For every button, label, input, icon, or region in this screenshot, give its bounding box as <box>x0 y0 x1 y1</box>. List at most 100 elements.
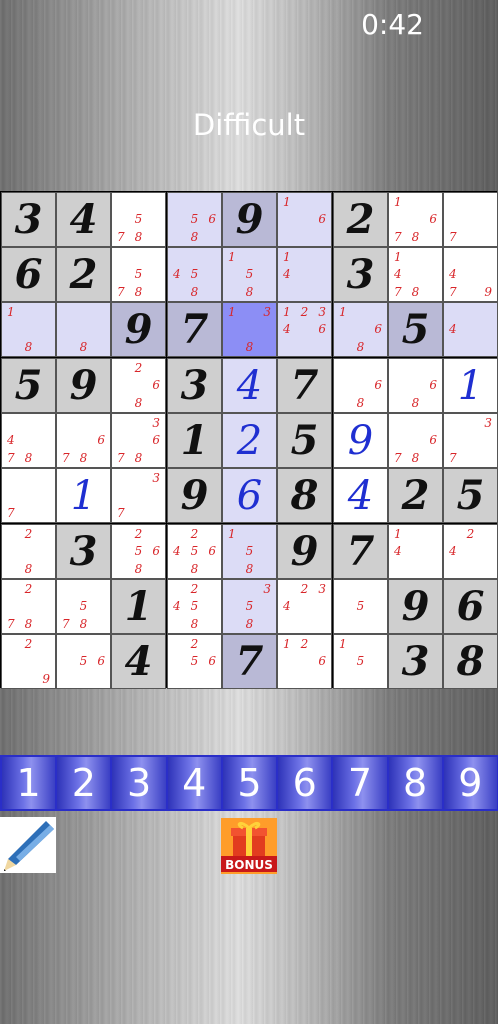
cell-r5-c4[interactable]: 1 <box>167 413 222 468</box>
note-digit <box>241 525 259 543</box>
cell-r2-c4[interactable]: 45 8 <box>167 247 222 302</box>
number-button-1[interactable]: 1 <box>0 755 58 811</box>
cell-r2-c1[interactable]: 6 <box>1 247 56 302</box>
cell-r7-c4[interactable]: 24568 <box>167 524 222 579</box>
cell-r8-c6[interactable]: 23 4 <box>277 579 332 634</box>
cell-r2-c8[interactable]: 1 4 78 <box>388 247 443 302</box>
cell-r1-c5[interactable]: 9 <box>222 192 277 247</box>
given-digit: 3 <box>14 196 43 243</box>
number-button-3[interactable]: 3 <box>110 755 168 811</box>
cell-r8-c9[interactable]: 6 <box>443 579 498 634</box>
cell-r3-c5[interactable]: 1 3 8 <box>222 302 277 357</box>
cell-r3-c9[interactable]: 4 <box>443 302 498 357</box>
given-digit: 1 <box>124 583 153 630</box>
cell-r3-c8[interactable]: 5 <box>388 302 443 357</box>
cell-r7-c5[interactable]: 15 8 <box>222 524 277 579</box>
cell-r9-c3[interactable]: 4 <box>111 634 166 689</box>
note-digit: 4 <box>173 599 181 614</box>
cell-r1-c3[interactable]: 578 <box>111 192 166 247</box>
cell-r4-c5[interactable]: 4 <box>222 358 277 413</box>
pen-icon[interactable] <box>0 817 56 873</box>
bonus-button[interactable]: BONUS <box>221 818 277 874</box>
cell-r3-c4[interactable]: 7 <box>167 302 222 357</box>
given-digit: 7 <box>290 362 319 409</box>
cell-r1-c6[interactable]: 16 <box>277 192 332 247</box>
cell-r9-c4[interactable]: 2 56 <box>167 634 222 689</box>
cell-r1-c1[interactable]: 3 <box>1 192 56 247</box>
cell-r9-c7[interactable]: 15 <box>333 634 388 689</box>
cell-r9-c9[interactable]: 8 <box>443 634 498 689</box>
cell-r5-c5[interactable]: 2 <box>222 413 277 468</box>
cell-r6-c6[interactable]: 8 <box>277 468 332 523</box>
cell-r4-c3[interactable]: 268 <box>111 358 166 413</box>
cell-r2-c2[interactable]: 2 <box>56 247 111 302</box>
cell-r5-c8[interactable]: 6 78 <box>388 413 443 468</box>
cell-r7-c9[interactable]: 24 <box>443 524 498 579</box>
cell-r9-c6[interactable]: 126 <box>277 634 332 689</box>
cell-r4-c4[interactable]: 3 <box>167 358 222 413</box>
cell-r6-c9[interactable]: 5 <box>443 468 498 523</box>
cell-r1-c7[interactable]: 2 <box>333 192 388 247</box>
cell-r6-c4[interactable]: 9 <box>167 468 222 523</box>
number-button-5[interactable]: 5 <box>220 755 279 811</box>
cell-r3-c6[interactable]: 123 4 6 <box>277 302 332 357</box>
cell-r8-c4[interactable]: 245 8 <box>167 579 222 634</box>
given-digit: 8 <box>456 638 485 685</box>
cell-r8-c2[interactable]: 578 <box>56 579 111 634</box>
number-button-9[interactable]: 9 <box>441 755 498 811</box>
cell-r8-c1[interactable]: 2 78 <box>1 579 56 634</box>
cell-r8-c7[interactable]: 5 <box>333 579 388 634</box>
cell-r6-c7[interactable]: 4 <box>333 468 388 523</box>
cell-r7-c3[interactable]: 2 568 <box>111 524 166 579</box>
cell-r1-c4[interactable]: 568 <box>167 192 222 247</box>
cell-r5-c6[interactable]: 5 <box>277 413 332 468</box>
number-button-7[interactable]: 7 <box>331 755 389 811</box>
cell-r7-c7[interactable]: 7 <box>333 524 388 579</box>
cell-r4-c8[interactable]: 68 <box>388 358 443 413</box>
number-button-2[interactable]: 2 <box>55 755 113 811</box>
cell-r5-c2[interactable]: 6 78 <box>56 413 111 468</box>
cell-r3-c7[interactable]: 1 68 <box>333 302 388 357</box>
cell-r4-c6[interactable]: 7 <box>277 358 332 413</box>
cell-r2-c3[interactable]: 578 <box>111 247 166 302</box>
cell-r6-c8[interactable]: 2 <box>388 468 443 523</box>
cell-r5-c3[interactable]: 3 6 78 <box>111 413 166 468</box>
cell-r5-c7[interactable]: 9 <box>333 413 388 468</box>
cell-r8-c5[interactable]: 35 8 <box>222 579 277 634</box>
cell-r2-c5[interactable]: 15 8 <box>222 247 277 302</box>
cell-r4-c2[interactable]: 9 <box>56 358 111 413</box>
cell-r8-c3[interactable]: 1 <box>111 579 166 634</box>
cell-r3-c2[interactable]: 8 <box>56 302 111 357</box>
cell-r9-c5[interactable]: 7 <box>222 634 277 689</box>
number-button-6[interactable]: 6 <box>276 755 334 811</box>
cell-r7-c6[interactable]: 9 <box>277 524 332 579</box>
cell-r1-c9[interactable]: 7 <box>443 192 498 247</box>
cell-r7-c8[interactable]: 14 <box>388 524 443 579</box>
cell-r4-c1[interactable]: 5 <box>1 358 56 413</box>
cell-r4-c7[interactable]: 68 <box>333 358 388 413</box>
cell-r2-c6[interactable]: 14 <box>277 247 332 302</box>
cell-r1-c2[interactable]: 4 <box>56 192 111 247</box>
cell-r9-c8[interactable]: 3 <box>388 634 443 689</box>
cell-r8-c8[interactable]: 9 <box>388 579 443 634</box>
cell-r9-c2[interactable]: 56 <box>56 634 111 689</box>
cell-r5-c9[interactable]: 37 <box>443 413 498 468</box>
cell-r9-c1[interactable]: 29 <box>1 634 56 689</box>
cell-r6-c3[interactable]: 37 <box>111 468 166 523</box>
cell-r4-c9[interactable]: 1 <box>443 358 498 413</box>
cell-r3-c1[interactable]: 18 <box>1 302 56 357</box>
cell-r3-c3[interactable]: 9 <box>111 302 166 357</box>
cell-r1-c8[interactable]: 1678 <box>388 192 443 247</box>
cell-r2-c9[interactable]: 4 7 9 <box>443 247 498 302</box>
cell-r2-c7[interactable]: 3 <box>333 247 388 302</box>
number-button-4[interactable]: 4 <box>165 755 223 811</box>
note-digit <box>2 670 20 688</box>
cell-r5-c1[interactable]: 4 78 <box>1 413 56 468</box>
note-digit <box>352 580 370 598</box>
cell-r6-c2[interactable]: 1 <box>56 468 111 523</box>
cell-r6-c1[interactable]: 7 <box>1 468 56 523</box>
cell-r6-c5[interactable]: 6 <box>222 468 277 523</box>
cell-r7-c1[interactable]: 28 <box>1 524 56 579</box>
cell-r7-c2[interactable]: 3 <box>56 524 111 579</box>
number-button-8[interactable]: 8 <box>386 755 444 811</box>
